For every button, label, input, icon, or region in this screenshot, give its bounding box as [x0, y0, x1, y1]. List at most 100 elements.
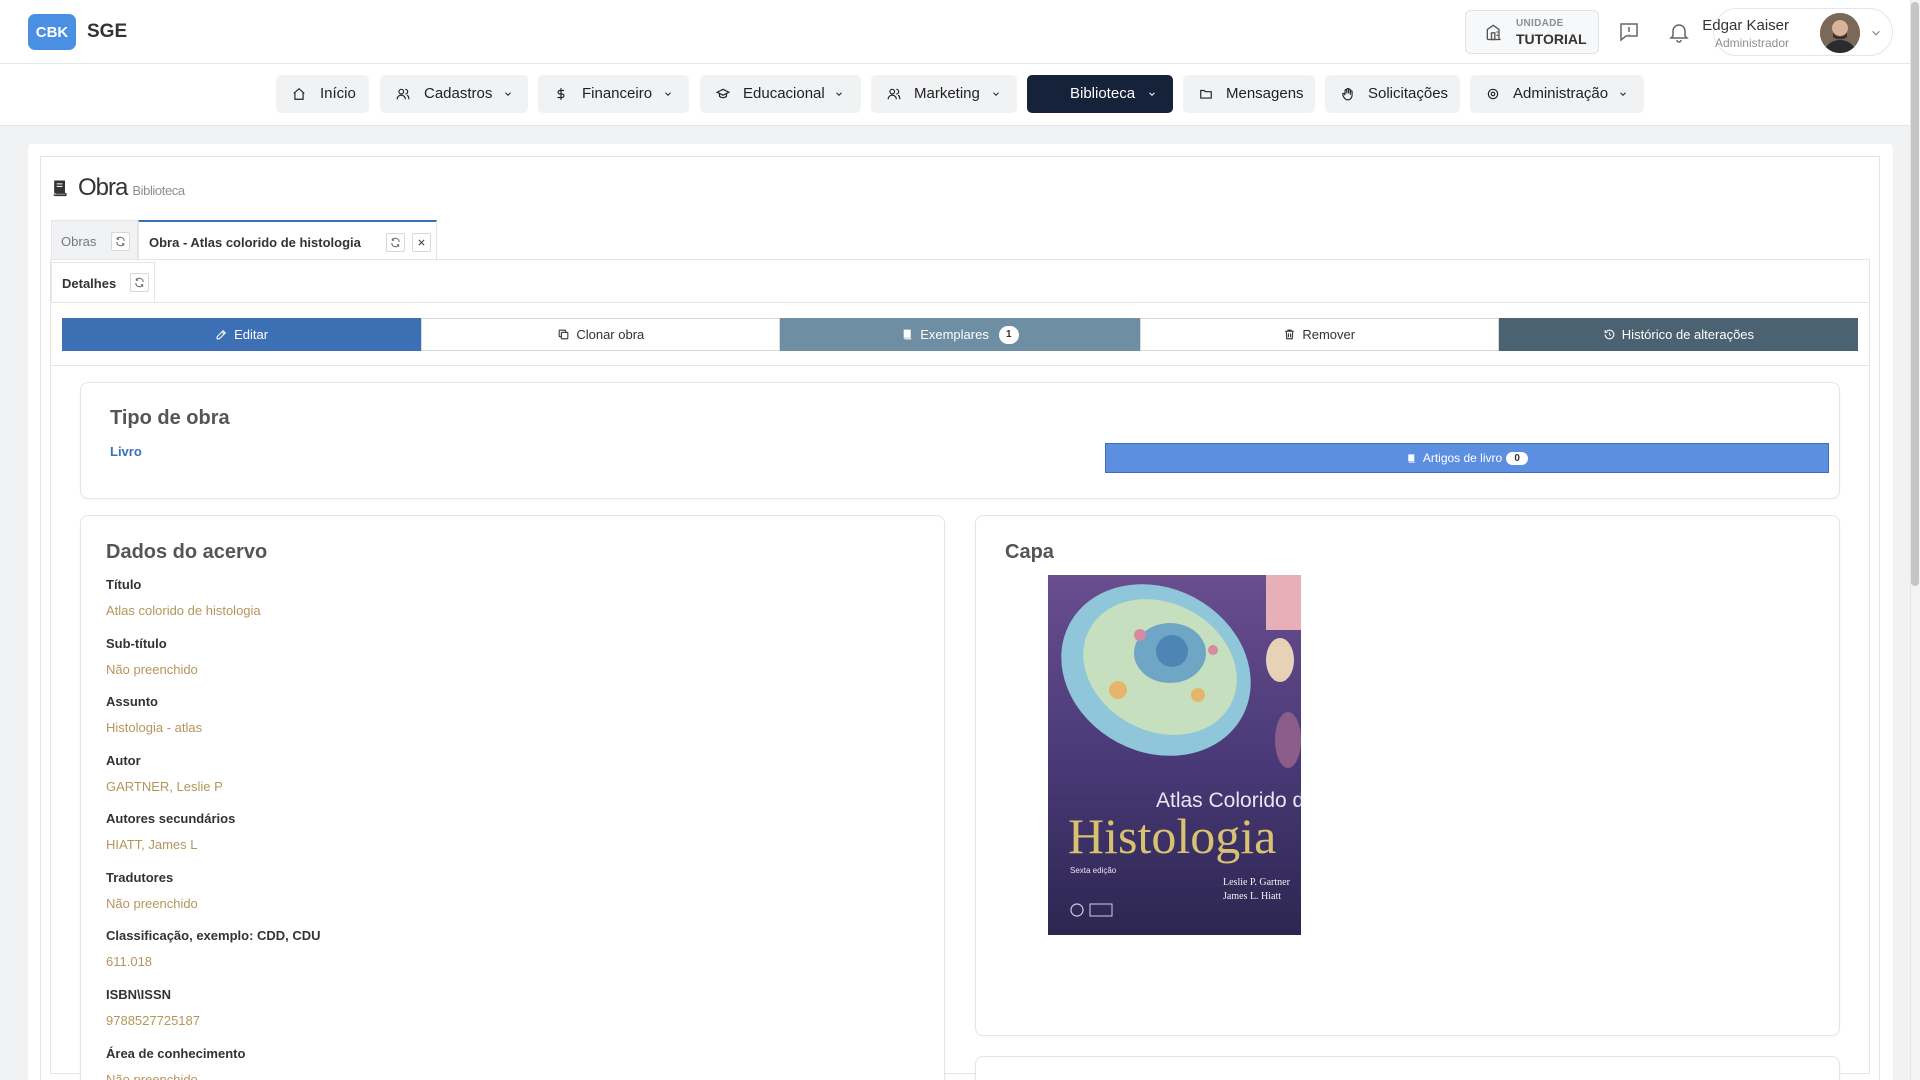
refresh-tab-button[interactable] — [386, 233, 405, 252]
main-nav: Início Cadastros Financeiro Educacional … — [0, 64, 1910, 126]
field-label: Autores secundários — [106, 811, 236, 826]
history-label: Histórico de alterações — [1621, 327, 1755, 342]
field-classificacao: Classificação, exemplo: CDD, CDU 611.018 — [106, 928, 321, 969]
nav-label: Mensagens — [1226, 85, 1304, 102]
nav-inicio[interactable]: Início — [276, 75, 369, 113]
trash-icon — [1285, 329, 1295, 340]
field-value: HIATT, James L — [106, 837, 198, 852]
tab-obra-atlas[interactable]: Obra - Atlas colorido de histologia — [138, 220, 437, 261]
tipo-obra-card — [80, 382, 1840, 499]
field-value: 611.018 — [106, 954, 153, 969]
hand-icon — [1342, 87, 1353, 101]
refresh-tab-button[interactable] — [111, 232, 130, 251]
page-title-text: Obra — [78, 174, 128, 201]
user-menu[interactable]: Edgar Kaiser Administrador — [1702, 8, 1893, 56]
cover-title-line2: Histologia — [1068, 808, 1276, 864]
nav-marketing[interactable]: Marketing — [871, 75, 1017, 113]
field-subtitulo: Sub-título Não preenchido — [106, 636, 198, 677]
field-tradutores: Tradutores Não preenchido — [106, 870, 198, 911]
artigos-label: Artigos de livro — [1422, 451, 1503, 465]
nav-cadastros[interactable]: Cadastros — [380, 75, 528, 113]
cover-author-1: Leslie P. Gartner — [1223, 877, 1291, 888]
chevron-down-icon[interactable] — [1869, 26, 1883, 40]
dados-acervo-title: Dados do acervo — [106, 541, 268, 563]
nav-educacional[interactable]: Educacional — [700, 75, 861, 113]
cover-author-2: James L. Hiatt — [1223, 891, 1281, 902]
field-label: Tradutores — [106, 870, 174, 885]
nav-label: Marketing — [914, 85, 980, 102]
settings-icon — [1487, 88, 1499, 100]
edit-button[interactable]: Editar — [62, 318, 422, 351]
brand[interactable]: CBK SGE — [28, 14, 127, 50]
field-value: GARTNER, Leslie P — [106, 779, 223, 794]
edit-icon — [216, 329, 227, 340]
unit-value: TUTORIAL — [1516, 30, 1587, 47]
building-icon — [1486, 24, 1501, 41]
users-icon — [887, 88, 901, 100]
unit-label: UNIDADE — [1516, 17, 1564, 29]
action-bar: Editar Clonar obra Exemplares 1 Remover … — [62, 318, 1859, 351]
nav-label: Início — [320, 85, 356, 102]
home-icon — [293, 87, 305, 100]
history-button[interactable]: Histórico de alterações — [1498, 318, 1859, 351]
book-icon — [53, 180, 67, 197]
close-tab-button[interactable] — [412, 233, 431, 252]
exemplares-label: Exemplares — [920, 327, 989, 342]
history-icon — [1604, 329, 1615, 340]
folder-icon — [1200, 89, 1212, 99]
refresh-icon — [116, 236, 125, 247]
nav-financeiro[interactable]: Financeiro — [538, 75, 689, 113]
field-label: ISBN\ISSN — [106, 987, 172, 1002]
chevron-down-icon — [505, 92, 511, 96]
field-titulo: Título Atlas colorido de histologia — [106, 577, 261, 618]
tipo-obra-title: Tipo de obra — [110, 407, 230, 429]
book-icon — [1044, 88, 1053, 100]
nav-label: Biblioteca — [1070, 85, 1136, 102]
exemplares-button[interactable]: Exemplares 1 — [780, 318, 1140, 351]
unit-selector[interactable]: UNIDADE TUTORIAL — [1465, 10, 1599, 54]
divider — [51, 365, 1869, 366]
field-value: 9788527725187 — [106, 1013, 200, 1028]
nav-solicitacoes[interactable]: Solicitações — [1325, 75, 1460, 113]
nav-mensagens[interactable]: Mensagens — [1183, 75, 1315, 113]
field-isbn: ISBN\ISSN 9788527725187 — [106, 987, 200, 1028]
tab-label: Obra - Atlas colorido de histologia — [149, 235, 361, 250]
tab-label: Obras — [61, 234, 97, 249]
refresh-icon — [391, 237, 400, 248]
remove-button[interactable]: Remover — [1139, 318, 1499, 351]
field-label: Área de conhecimento — [106, 1046, 246, 1061]
field-value: Não preenchido — [106, 896, 198, 911]
chevron-down-icon — [836, 92, 842, 96]
scrollbar-thumb[interactable] — [1911, 2, 1919, 586]
dollar-icon — [557, 88, 565, 100]
clone-button[interactable]: Clonar obra — [421, 318, 781, 351]
subtab-label: Detalhes — [62, 276, 117, 291]
close-icon — [418, 239, 425, 246]
scrollbar[interactable] — [1910, 0, 1920, 1080]
subtab-detalhes[interactable]: Detalhes — [51, 262, 155, 302]
nav-biblioteca[interactable]: Biblioteca — [1027, 75, 1173, 113]
cover-edition: Sexta edição — [1070, 866, 1117, 875]
tab-obras[interactable]: Obras — [51, 220, 138, 260]
top-header: CBK SGE UNIDADE TUTORIAL Edgar Kaiser Ad… — [0, 0, 1910, 64]
field-autores-secundarios: Autores secundários HIATT, James L — [106, 811, 235, 852]
nav-administracao[interactable]: Administração — [1470, 75, 1644, 113]
field-autor: Autor GARTNER, Leslie P — [106, 753, 223, 794]
field-value: Não preenchido — [106, 1072, 198, 1080]
chevron-down-icon — [1149, 92, 1155, 96]
brand-logo[interactable]: CBK — [28, 14, 76, 50]
field-value: Atlas colorido de histologia — [106, 603, 261, 618]
page-subtitle: Biblioteca — [132, 183, 185, 198]
app-name: SGE — [87, 21, 128, 42]
field-area-conhecimento: Área de conhecimento Não preenchido — [106, 1046, 245, 1080]
users-icon — [396, 88, 410, 100]
message-alert-icon[interactable] — [1617, 20, 1641, 44]
refresh-subtab-button[interactable] — [130, 273, 149, 292]
avatar[interactable] — [1820, 13, 1860, 53]
copy-icon — [558, 329, 569, 340]
bell-icon[interactable] — [1667, 20, 1691, 44]
nav-label: Educacional — [743, 85, 825, 102]
chevron-down-icon — [993, 92, 999, 96]
tipo-obra-value[interactable]: Livro — [110, 444, 142, 459]
artigos-de-livro-button[interactable]: Artigos de livro 0 — [1105, 443, 1829, 473]
